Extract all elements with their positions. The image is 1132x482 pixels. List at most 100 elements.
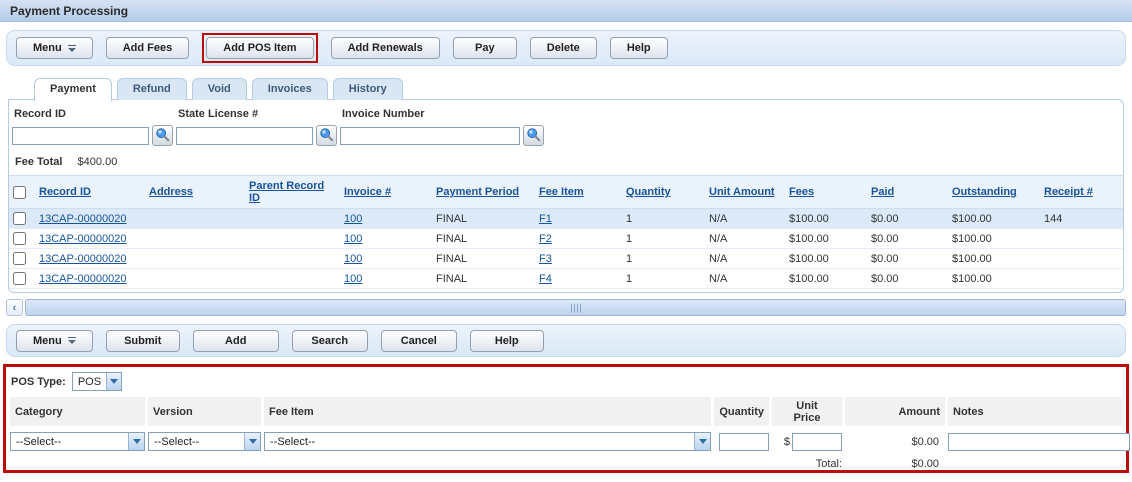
record-id-search-button[interactable]	[152, 125, 173, 146]
row-checkbox[interactable]	[13, 232, 26, 245]
chevron-left-icon: ‹	[13, 302, 17, 314]
cell-unit-amount: N/A	[705, 209, 785, 229]
column-sort-link[interactable]: Unit Amount	[709, 186, 775, 198]
state-license-search-button[interactable]	[316, 125, 337, 146]
invoice-number-input[interactable]	[340, 127, 520, 145]
cell-record-id: 13CAP-00000020	[35, 229, 145, 249]
record-id-link[interactable]: 13CAP-00000020	[39, 273, 126, 285]
add-button[interactable]: Add	[193, 330, 279, 352]
bottom-menu-button[interactable]: Menu	[16, 330, 93, 352]
menu-caret-icon	[68, 45, 76, 52]
invoice-link[interactable]: 100	[344, 233, 362, 245]
fee-item-link[interactable]: F2	[539, 233, 552, 245]
column-sort-link[interactable]: Receipt #	[1044, 186, 1093, 198]
invoice-link[interactable]: 100	[344, 253, 362, 265]
fee-item-link[interactable]: F1	[539, 213, 552, 225]
category-label: Category	[10, 397, 145, 426]
tab-payment[interactable]: Payment	[34, 78, 112, 101]
submit-button[interactable]: Submit	[106, 330, 180, 352]
fee-item-label: Fee Item	[264, 397, 711, 426]
column-sort-link[interactable]: Fee Item	[539, 186, 584, 198]
pay-button[interactable]: Pay	[453, 37, 517, 59]
version-label: Version	[148, 397, 261, 426]
column-sort-link[interactable]: Address	[149, 186, 193, 198]
notes-input[interactable]	[948, 433, 1130, 451]
fee-item-link[interactable]: F3	[539, 253, 552, 265]
column-sort-link[interactable]: Payment Period	[436, 186, 519, 198]
cell-payment-period: FINAL	[432, 229, 535, 249]
menu-button[interactable]: Menu	[16, 37, 93, 59]
invoice-link[interactable]: 100	[344, 213, 362, 225]
chevron-down-icon	[694, 433, 710, 450]
state-license-field-group: State License #	[176, 105, 337, 146]
column-header-quantity: Quantity	[622, 176, 705, 209]
search-icon	[526, 127, 541, 145]
cancel-button[interactable]: Cancel	[381, 330, 457, 352]
tab-refund[interactable]: Refund	[117, 78, 187, 100]
quantity-input[interactable]	[719, 433, 769, 451]
fee-item-select[interactable]: --Select--	[264, 432, 711, 451]
row-checkbox[interactable]	[13, 212, 26, 225]
tab-invoices[interactable]: Invoices	[252, 78, 328, 100]
add-fees-button[interactable]: Add Fees	[106, 37, 190, 59]
version-select[interactable]: --Select--	[148, 432, 261, 451]
column-header-record-id: Record ID	[35, 176, 145, 209]
bottom-toolbar: Menu Submit Add Search Cancel Help	[6, 324, 1126, 357]
record-id-link[interactable]: 13CAP-00000020	[39, 233, 126, 245]
delete-button[interactable]: Delete	[530, 37, 597, 59]
tab-void[interactable]: Void	[192, 78, 247, 100]
cell-fees: $100.00	[785, 229, 867, 249]
fee-item-link[interactable]: F4	[539, 273, 552, 285]
cell-record-id: 13CAP-00000020	[35, 209, 145, 229]
bottom-help-button[interactable]: Help	[470, 330, 544, 352]
cell-record-id: 13CAP-00000020	[35, 249, 145, 269]
cell-address	[145, 249, 245, 269]
select-all-checkbox[interactable]	[13, 186, 26, 199]
column-sort-link[interactable]: Quantity	[626, 186, 671, 198]
cell-fees: $100.00	[785, 269, 867, 289]
column-header-parent-record-id: Parent Record ID	[245, 176, 340, 209]
amount-label: Amount	[845, 397, 945, 426]
tab-history[interactable]: History	[333, 78, 403, 100]
unit-price-input[interactable]	[792, 433, 842, 451]
fee-item-select-value: --Select--	[265, 433, 320, 450]
add-pos-item-button[interactable]: Add POS Item	[206, 37, 313, 59]
record-id-input[interactable]	[12, 127, 149, 145]
column-sort-link[interactable]: Fees	[789, 186, 814, 198]
table-row: 13CAP-00000020100FINALF21N/A$100.00$0.00…	[9, 229, 1123, 249]
invoice-number-search-button[interactable]	[523, 125, 544, 146]
column-sort-link[interactable]: Invoice #	[344, 186, 391, 198]
cell-invoice: 100	[340, 269, 432, 289]
add-renewals-button[interactable]: Add Renewals	[331, 37, 440, 59]
help-button[interactable]: Help	[610, 37, 668, 59]
cell-fee-item: F4	[535, 269, 622, 289]
column-sort-link[interactable]: Paid	[871, 186, 894, 198]
scroll-left-button[interactable]: ‹	[6, 299, 23, 316]
column-sort-link[interactable]: Record ID	[39, 186, 91, 198]
record-id-link[interactable]: 13CAP-00000020	[39, 253, 126, 265]
cell-parent-record-id	[245, 249, 340, 269]
table-row: 13CAP-00000020100FINALF31N/A$100.00$0.00…	[9, 249, 1123, 269]
category-select[interactable]: --Select--	[10, 432, 145, 451]
column-header-fee-item: Fee Item	[535, 176, 622, 209]
pos-form-total-row: Total: $0.00	[10, 458, 1122, 470]
column-sort-link[interactable]: Outstanding	[952, 186, 1017, 198]
state-license-input[interactable]	[176, 127, 313, 145]
cell-fee-item: F2	[535, 229, 622, 249]
invoice-link[interactable]: 100	[344, 273, 362, 285]
row-checkbox[interactable]	[13, 252, 26, 265]
cell-paid: $0.00	[867, 229, 948, 249]
record-id-link[interactable]: 13CAP-00000020	[39, 213, 126, 225]
cell-fees: $100.00	[785, 209, 867, 229]
row-checkbox[interactable]	[13, 272, 26, 285]
total-value: $0.00	[845, 458, 945, 470]
column-sort-link[interactable]: Parent Record ID	[249, 180, 324, 204]
search-button[interactable]: Search	[292, 330, 368, 352]
search-icon	[155, 127, 170, 145]
chevron-down-icon	[128, 433, 144, 450]
top-toolbar: Menu Add Fees Add POS Item Add Renewals …	[6, 30, 1126, 66]
column-header-unit-amount: Unit Amount	[705, 176, 785, 209]
scrollbar-thumb[interactable]	[25, 299, 1126, 316]
pos-type-select[interactable]: POS	[72, 372, 122, 391]
quantity-label: Quantity	[714, 397, 769, 426]
